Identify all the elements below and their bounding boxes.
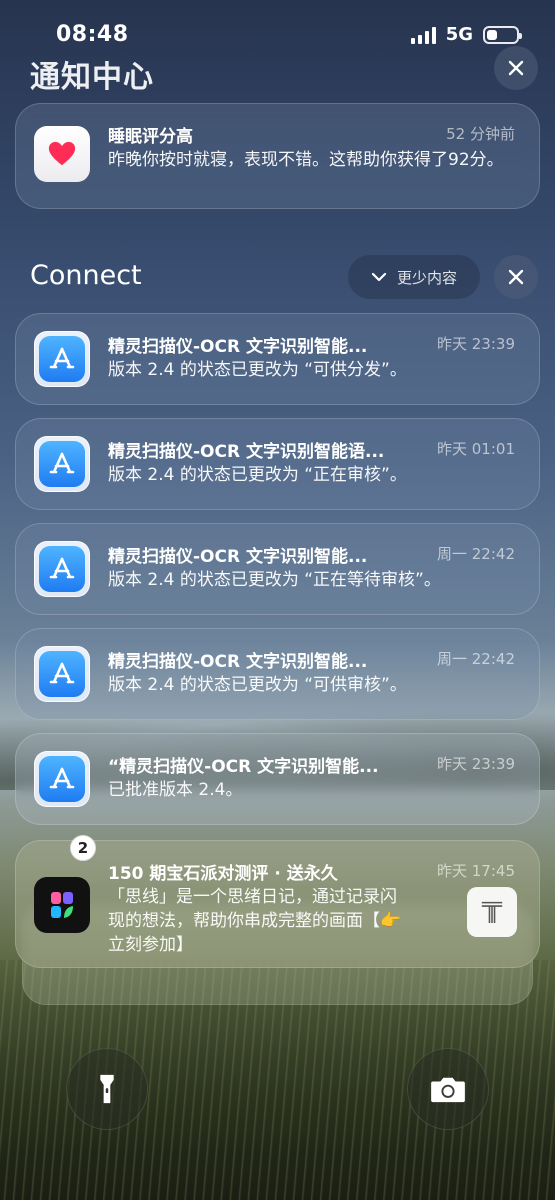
- notification-time: 昨天 23:39: [437, 755, 515, 773]
- chevron-down-icon: [371, 272, 387, 282]
- notification-connect-4[interactable]: 精灵扫描仪-OCR 文字识别智能... 周一 22:42 版本 2.4 的状态已…: [15, 628, 540, 720]
- clear-all-button[interactable]: [494, 46, 538, 90]
- app-store-icon: [49, 662, 75, 684]
- notification-time: 昨天 17:45: [437, 862, 515, 880]
- flashlight-button[interactable]: [66, 1048, 148, 1130]
- status-indicators: 5G: [410, 24, 522, 45]
- flashlight-icon: [100, 1074, 114, 1104]
- notification-body: 版本 2.4 的状态已更改为 “正在等待审核”。: [108, 570, 441, 590]
- network-type: 5G: [445, 24, 473, 45]
- notification-title: 精灵扫描仪-OCR 文字识别智能语...: [108, 442, 385, 462]
- notification-body: 版本 2.4 的状态已更改为 “可供审核”。: [108, 675, 407, 695]
- notification-body-line: 现的想法，帮助你串成完整的画面【👉: [108, 911, 402, 931]
- notification-title: 精灵扫描仪-OCR 文字识别智能...: [108, 337, 368, 357]
- camera-button[interactable]: [407, 1048, 489, 1130]
- notification-body: 版本 2.4 的状态已更改为 “可供分发”。: [108, 360, 407, 380]
- notification-connect-1[interactable]: 精灵扫描仪-OCR 文字识别智能... 昨天 23:39 版本 2.4 的状态已…: [15, 313, 540, 405]
- notification-time: 周一 22:42: [437, 545, 515, 563]
- app-store-connect-icon: [34, 646, 90, 702]
- shixian-thumbnail-icon: [481, 901, 503, 924]
- clear-group-button[interactable]: [494, 255, 538, 299]
- shixian-app-icon: [34, 877, 90, 933]
- notification-connect-2[interactable]: 精灵扫描仪-OCR 文字识别智能语... 昨天 01:01 版本 2.4 的状态…: [15, 418, 540, 510]
- notification-time: 昨天 01:01: [437, 440, 515, 458]
- notification-connect-5[interactable]: “精灵扫描仪-OCR 文字识别智能... 昨天 23:39 已批准版本 2.4。: [15, 733, 540, 825]
- notification-title: “精灵扫描仪-OCR 文字识别智能...: [108, 757, 379, 777]
- show-less-button[interactable]: 更少内容: [348, 255, 480, 299]
- notification-center-title: 通知中心: [30, 60, 154, 95]
- notification-count-badge: 2: [70, 835, 96, 861]
- notification-title: 睡眠评分高: [108, 127, 193, 147]
- app-store-icon: [49, 347, 75, 369]
- close-icon: [508, 60, 524, 76]
- app-store-connect-icon: [34, 331, 90, 387]
- notification-body: 已批准版本 2.4。: [108, 780, 243, 800]
- notification-time: 昨天 23:39: [437, 335, 515, 353]
- app-store-icon: [49, 767, 75, 789]
- notification-body-line: 「思线」是一个思绪日记，通过记录闪: [108, 887, 397, 907]
- app-store-connect-icon: [34, 541, 90, 597]
- notification-health[interactable]: 睡眠评分高 52 分钟前 昨晚你按时就寝，表现不错。这帮助你获得了92分。: [15, 103, 540, 209]
- notification-body: 昨晚你按时就寝，表现不错。这帮助你获得了92分。: [108, 150, 504, 170]
- notification-body: 版本 2.4 的状态已更改为 “正在审核”。: [108, 465, 407, 485]
- group-title: Connect: [30, 260, 142, 291]
- health-app-icon: [34, 126, 90, 182]
- notification-thumbnail: [467, 887, 517, 937]
- shixian-logo-icon: [51, 892, 73, 918]
- app-store-connect-icon: [34, 436, 90, 492]
- notification-connect-3[interactable]: 精灵扫描仪-OCR 文字识别智能... 周一 22:42 版本 2.4 的状态已…: [15, 523, 540, 615]
- cellular-signal-icon: [410, 26, 436, 44]
- notification-time: 周一 22:42: [437, 650, 515, 668]
- close-icon: [508, 269, 524, 285]
- app-store-icon: [49, 557, 75, 579]
- app-store-connect-icon: [34, 751, 90, 807]
- heart-icon: [48, 141, 76, 166]
- notification-title: 精灵扫描仪-OCR 文字识别智能...: [108, 652, 368, 672]
- notification-title: 精灵扫描仪-OCR 文字识别智能...: [108, 547, 368, 567]
- app-store-icon: [49, 452, 75, 474]
- notification-body-line: 立刻参加】: [108, 935, 193, 955]
- notification-body: 「思线」是一个思绪日记，通过记录闪 现的想法，帮助你串成完整的画面【👉 立刻参加…: [108, 885, 463, 957]
- notification-time: 52 分钟前: [446, 125, 515, 143]
- camera-icon: [431, 1077, 465, 1103]
- notification-title: 150 期宝石派对测评 · 送永久: [108, 864, 338, 884]
- battery-icon: [483, 25, 522, 44]
- notification-shixian[interactable]: 150 期宝石派对测评 · 送永久 昨天 17:45 「思线」是一个思绪日记，通…: [15, 840, 540, 968]
- status-time: 08:48: [56, 22, 129, 47]
- show-less-label: 更少内容: [396, 268, 457, 287]
